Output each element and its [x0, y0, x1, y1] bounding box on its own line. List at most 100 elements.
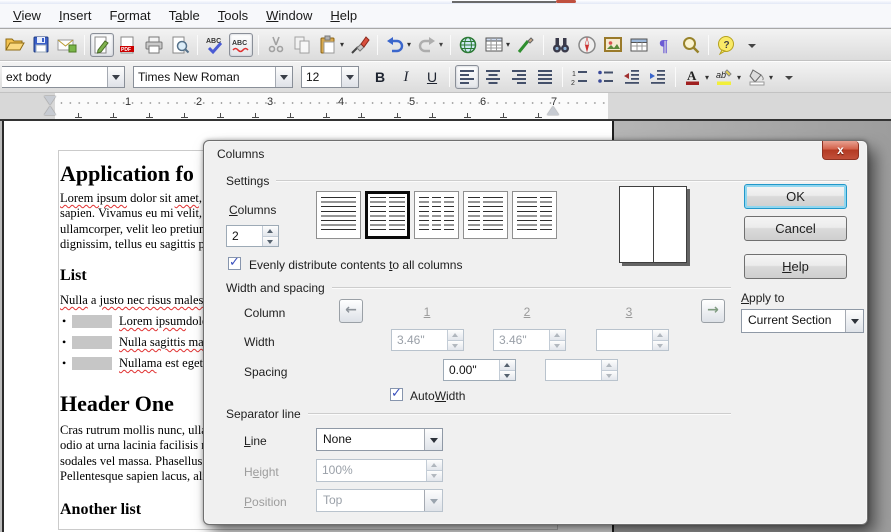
find-icon: [551, 35, 571, 55]
email-button[interactable]: [55, 33, 79, 57]
dropdown-arrow-icon[interactable]: ▾: [340, 40, 344, 49]
dropdown-arrow-icon[interactable]: ▾: [705, 73, 709, 82]
horizontal-ruler[interactable]: 1234567: [0, 93, 891, 119]
menu-item-window[interactable]: Window: [257, 5, 321, 26]
align-right-icon: [509, 67, 529, 87]
spellcheck-icon: ABC: [205, 35, 225, 55]
align-right-button[interactable]: [507, 65, 531, 89]
font-name-combo[interactable]: Times New Roman: [133, 66, 293, 88]
doc-text-line: Nulla a justo nec risus malesu: [60, 293, 210, 308]
preset-left-narrow-button[interactable]: [463, 191, 508, 239]
zoom-button[interactable]: [679, 33, 703, 57]
italic-button[interactable]: I: [394, 65, 418, 89]
column-row-label: Column: [244, 306, 285, 320]
increase-indent-button[interactable]: [646, 65, 670, 89]
bold-button[interactable]: B: [368, 65, 392, 89]
line-style-combo[interactable]: None: [316, 428, 443, 451]
edit-file-button[interactable]: [90, 33, 114, 57]
spellcheck-button[interactable]: ABC: [203, 33, 227, 57]
menu-item-view[interactable]: View: [4, 5, 50, 26]
previous-column-button[interactable]: ←: [339, 299, 363, 323]
dropdown-arrow-icon[interactable]: ▾: [737, 73, 741, 82]
export-pdf-button[interactable]: PDF: [116, 33, 140, 57]
copy-button: [290, 33, 314, 57]
columns-count-spinner[interactable]: 2: [226, 225, 279, 247]
find-replace-button[interactable]: [549, 33, 573, 57]
menu-item-tools[interactable]: Tools: [209, 5, 257, 26]
apply-to-combo[interactable]: Current Section: [741, 309, 864, 333]
chevron-down-icon[interactable]: [424, 429, 442, 450]
next-column-button[interactable]: →: [701, 299, 725, 323]
insert-table-button[interactable]: ▾: [482, 33, 512, 57]
open-button[interactable]: [3, 33, 27, 57]
background-color-button[interactable]: ▾: [745, 65, 775, 89]
gallery-button[interactable]: [601, 33, 625, 57]
underline-button[interactable]: U: [420, 65, 444, 89]
page-preview-icon: [170, 35, 190, 55]
auto-spellcheck-button[interactable]: ABC: [229, 33, 253, 57]
preset-right-narrow-button[interactable]: [512, 191, 557, 239]
toolbar2-overflow-button[interactable]: [777, 65, 801, 89]
decrease-indent-button[interactable]: [620, 65, 644, 89]
doc-text-line: sapien. Vivamus eu mi velit, s: [60, 206, 211, 221]
menu-item-insert[interactable]: Insert: [50, 5, 101, 26]
font-size-combo[interactable]: 12: [301, 66, 359, 88]
preset-one-column-button[interactable]: [316, 191, 361, 239]
preset-two-columns-button[interactable]: [365, 191, 410, 239]
close-button[interactable]: x: [822, 141, 859, 160]
hyperlink-button[interactable]: [456, 33, 480, 57]
help-button[interactable]: Help: [744, 254, 847, 279]
dropdown-arrow-icon[interactable]: ▾: [407, 40, 411, 49]
chevron-down-icon[interactable]: [341, 67, 358, 87]
titlebar-red-fragment: [556, 0, 576, 3]
paragraph-style-combo[interactable]: ext body: [2, 66, 125, 88]
highlighting-button[interactable]: ab▾: [713, 65, 743, 89]
spin-up-button[interactable]: [263, 226, 278, 236]
data-sources-button[interactable]: [627, 33, 651, 57]
position-combo: Top: [316, 489, 443, 512]
font-color-button[interactable]: A▾: [681, 65, 711, 89]
left-indent-marker[interactable]: [44, 96, 56, 115]
spin-down-button[interactable]: [263, 236, 278, 247]
print-button[interactable]: [142, 33, 166, 57]
spin-up-button[interactable]: [500, 360, 515, 370]
dropdown-arrow-icon[interactable]: ▾: [769, 73, 773, 82]
tab-stop-mark: [500, 113, 507, 118]
help-button[interactable]: ?: [714, 33, 738, 57]
spacing-1-spinner[interactable]: 0.00": [443, 359, 516, 381]
draw-functions-button[interactable]: [514, 33, 538, 57]
doc-paragraph: Lorem ipsum dolor sit amet, csapien. Viv…: [60, 191, 211, 252]
navigator-button[interactable]: [575, 33, 599, 57]
bullet-glyph: •: [62, 356, 72, 371]
undo-button[interactable]: ▾: [383, 33, 413, 57]
align-justify-button[interactable]: [533, 65, 557, 89]
chevron-down-icon[interactable]: [107, 67, 124, 87]
chevron-down-icon[interactable]: [845, 310, 863, 332]
svg-text:2: 2: [571, 80, 575, 87]
dropdown-arrow-icon[interactable]: ▾: [439, 40, 443, 49]
save-button[interactable]: [29, 33, 53, 57]
cancel-button[interactable]: Cancel: [744, 216, 847, 241]
evenly-distribute-checkbox[interactable]: [228, 257, 241, 270]
align-left-button[interactable]: [455, 65, 479, 89]
format-paintbrush-button[interactable]: [348, 33, 372, 57]
page-preview-button[interactable]: [168, 33, 192, 57]
toolbar-overflow-button[interactable]: [740, 33, 764, 57]
overflow-icon: [742, 35, 762, 55]
dropdown-arrow-icon[interactable]: ▾: [506, 40, 510, 49]
preset-three-columns-button[interactable]: [414, 191, 459, 239]
tab-stop-mark: [358, 113, 365, 118]
chevron-down-icon[interactable]: [275, 67, 292, 87]
ok-button[interactable]: OK: [744, 184, 847, 209]
formatting-marks-button[interactable]: ¶: [653, 33, 677, 57]
menu-item-help[interactable]: Help: [321, 5, 366, 26]
paste-button[interactable]: ▾: [316, 33, 346, 57]
menu-item-table[interactable]: Table: [160, 5, 209, 26]
numbering-button[interactable]: 12: [568, 65, 592, 89]
right-indent-marker[interactable]: [547, 106, 559, 115]
spin-down-button[interactable]: [500, 370, 515, 381]
align-center-button[interactable]: [481, 65, 505, 89]
bullets-button[interactable]: [594, 65, 618, 89]
autowidth-checkbox[interactable]: [390, 388, 403, 401]
menu-item-format[interactable]: Format: [100, 5, 159, 26]
